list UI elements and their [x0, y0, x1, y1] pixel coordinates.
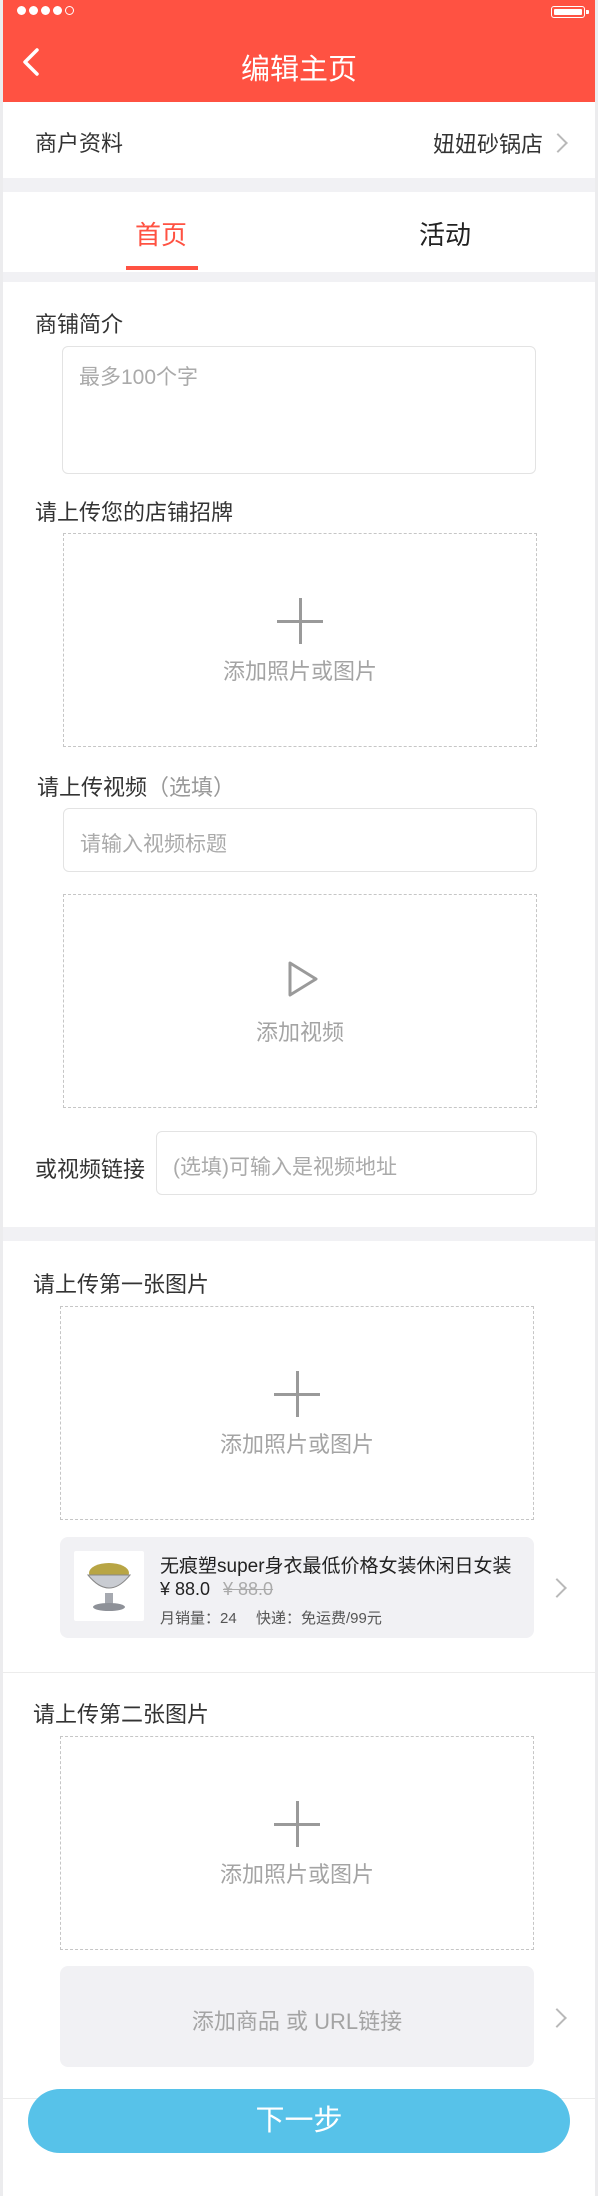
upload-caption: 添加视频	[255, 1020, 344, 1045]
chevron-right-icon[interactable]	[547, 1578, 567, 1598]
merchant-label: 商户资料	[35, 131, 124, 156]
phone-screen: 编辑主页 商户资料 妞妞砂锅店 首页 活动 商铺简介 最多100个字 请上传您的…	[3, 0, 595, 2196]
tab-home[interactable]: 首页	[135, 215, 187, 252]
optional-hint: （选填）	[147, 775, 236, 800]
product-original-price: ¥ 88.0	[223, 1579, 274, 1599]
product-name: 无痕塑super身衣最低价格女装休闲日女装	[160, 1556, 512, 1577]
signal-icon	[17, 6, 74, 15]
next-button[interactable]: 下一步	[28, 2089, 570, 2153]
chevron-right-icon	[548, 133, 568, 153]
plus-icon	[274, 1801, 320, 1847]
add-product-link-button[interactable]: 添加商品 或 URL链接	[60, 1966, 534, 2067]
intro-label: 商铺简介	[35, 312, 124, 337]
section-gap	[3, 1227, 595, 1241]
status-bar	[3, 0, 595, 22]
plus-icon	[277, 598, 323, 644]
merchant-name: 妞妞砂锅店	[432, 132, 543, 157]
intro-textarea[interactable]: 最多100个字	[62, 346, 536, 474]
video-link-label: 或视频链接	[35, 1157, 146, 1182]
upload-caption: 添加照片或图片	[222, 659, 377, 684]
upload-caption: 添加照片或图片	[219, 1432, 374, 1457]
tab-activity[interactable]: 活动	[419, 215, 471, 252]
image2-label: 请上传第二张图片	[33, 1702, 210, 1727]
chevron-right-icon[interactable]	[547, 2008, 567, 2028]
image1-label: 请上传第一张图片	[33, 1272, 210, 1297]
product-image	[74, 1551, 144, 1621]
signboard-upload[interactable]: 添加照片或图片	[63, 533, 537, 747]
add-product-text: 添加商品 或 URL链接	[191, 2009, 403, 2034]
nav-bar: 编辑主页	[3, 22, 595, 102]
product-price: ¥ 88.0	[160, 1579, 211, 1599]
video-title-placeholder: 请输入视频标题	[80, 833, 227, 856]
intro-placeholder: 最多100个字	[79, 366, 199, 389]
image1-upload[interactable]: 添加照片或图片	[60, 1306, 534, 1520]
section-gap	[3, 272, 595, 282]
product-card[interactable]: 无痕塑super身衣最低价格女装休闲日女装 ¥ 88.0 ¥ 88.0 月销量：…	[60, 1537, 534, 1638]
page-title: 编辑主页	[240, 54, 357, 86]
merchant-row[interactable]: 商户资料 妞妞砂锅店	[3, 102, 595, 178]
video-title-input[interactable]: 请输入视频标题	[63, 808, 537, 872]
video-upload[interactable]: 添加视频	[63, 894, 537, 1108]
product-shipping: 快递：免运费/99元	[256, 1610, 382, 1627]
image2-upload[interactable]: 添加照片或图片	[60, 1736, 534, 1950]
video-label-text: 请上传视频	[37, 775, 148, 800]
battery-icon	[551, 6, 589, 18]
play-icon	[282, 959, 322, 999]
tab-active-indicator	[126, 266, 198, 270]
video-link-placeholder: (选填)可输入是视频地址	[173, 1156, 397, 1179]
tab-bar	[3, 192, 595, 280]
upload-caption: 添加照片或图片	[219, 1862, 374, 1887]
video-label: 请上传视频（选填）	[37, 770, 235, 802]
signboard-label: 请上传您的店铺招牌	[35, 500, 234, 525]
video-link-input[interactable]: (选填)可输入是视频地址	[156, 1131, 537, 1195]
plus-icon	[274, 1371, 320, 1417]
divider	[3, 1672, 595, 1673]
section-gap	[3, 178, 595, 192]
product-sales: 月销量：24	[160, 1610, 237, 1627]
